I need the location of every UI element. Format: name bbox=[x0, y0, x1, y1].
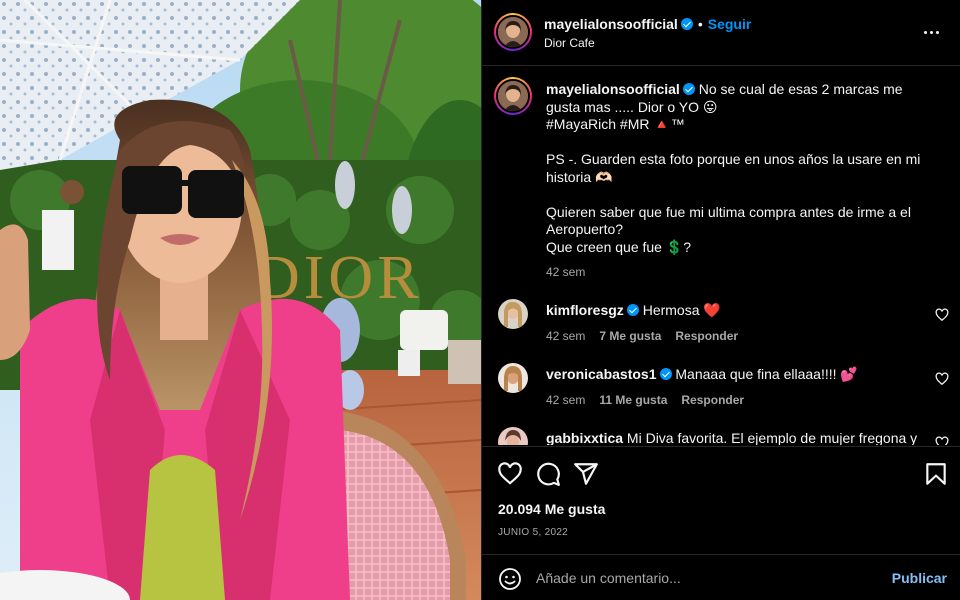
post-actions: 20.094 Me gusta JUNIO 5, 2022 bbox=[482, 446, 960, 554]
comment-time: 42 sem bbox=[546, 329, 586, 343]
comment-avatar[interactable] bbox=[498, 427, 528, 445]
comment-reply-button[interactable]: Responder bbox=[681, 393, 744, 407]
verified-badge-icon bbox=[659, 368, 672, 380]
comment-item: gabbixxtica Mi Diva favorita. El ejemplo… bbox=[546, 429, 926, 445]
author-username[interactable]: mayelialonsoofficial bbox=[544, 16, 678, 32]
comment-username[interactable]: veronicabastos1 bbox=[546, 366, 657, 382]
comment-item: kimfloresgz Hermosa ❤️ 42 sem 7 Me gusta R… bbox=[546, 301, 926, 345]
caption-time: 42 sem bbox=[546, 265, 586, 279]
comment-input[interactable] bbox=[536, 568, 876, 588]
post-header: mayelialonsoofficial • Seguir Dior Cafe bbox=[482, 0, 960, 66]
post-detail-panel: mayelialonsoofficial • Seguir Dior Cafe ma… bbox=[481, 0, 960, 600]
bookmark-icon[interactable] bbox=[923, 461, 949, 487]
share-icon[interactable] bbox=[573, 461, 599, 487]
verified-badge-icon bbox=[680, 18, 693, 30]
separator-dot: • bbox=[697, 16, 703, 32]
likes-count[interactable]: 20.094 Me gusta bbox=[498, 501, 605, 517]
author-avatar-image bbox=[498, 17, 528, 47]
comment-text: Hermosa ❤️ bbox=[642, 302, 721, 318]
comment-icon[interactable] bbox=[535, 461, 561, 487]
emoji-icon[interactable] bbox=[498, 567, 522, 591]
more-options-icon[interactable] bbox=[919, 20, 943, 44]
caption-text: No se cual de esas 2 marcas me gusta mas… bbox=[546, 81, 921, 255]
post-location[interactable]: Dior Cafe bbox=[544, 36, 595, 50]
comments-scroll-area[interactable]: mayelialonsoofficial No se cual de esas … bbox=[482, 67, 960, 445]
post-image: DIOR bbox=[0, 0, 481, 600]
publish-button[interactable]: Publicar bbox=[892, 570, 947, 586]
comment-likes-count[interactable]: 7 Me gusta bbox=[599, 329, 661, 343]
comment-avatar[interactable] bbox=[498, 363, 528, 393]
comment-text: Manaaa que fina ellaaa!!!! 💕 bbox=[675, 366, 858, 382]
post-photo: DIOR bbox=[0, 0, 481, 600]
comment-like-heart-icon[interactable] bbox=[935, 308, 949, 322]
caption-author-avatar[interactable] bbox=[494, 77, 532, 115]
author-avatar[interactable] bbox=[494, 13, 532, 51]
comment-like-heart-icon[interactable] bbox=[935, 436, 949, 445]
add-comment-bar: Publicar bbox=[482, 554, 960, 600]
caption-username[interactable]: mayelialonsoofficial bbox=[546, 81, 680, 97]
comment-item: veronicabastos1 Manaaa que fina ellaaa!!… bbox=[546, 365, 926, 409]
post-date: JUNIO 5, 2022 bbox=[498, 527, 569, 538]
comment-likes-count[interactable]: 11 Me gusta bbox=[599, 393, 667, 407]
caption-avatar-image bbox=[498, 81, 528, 111]
comment-username[interactable]: kimfloresgz bbox=[546, 302, 624, 318]
comment-like-heart-icon[interactable] bbox=[935, 372, 949, 386]
comment-time: 42 sem bbox=[546, 393, 586, 407]
post-caption: mayelialonsoofficial No se cual de esas … bbox=[546, 81, 926, 282]
comment-avatar-image bbox=[498, 299, 528, 329]
comment-text: Mi Diva favorita. El ejemplo de mujer fr… bbox=[626, 430, 918, 445]
comment-avatar[interactable] bbox=[498, 299, 528, 329]
comment-avatar-image bbox=[498, 363, 528, 393]
like-heart-icon[interactable] bbox=[497, 461, 523, 487]
verified-badge-icon bbox=[682, 83, 695, 95]
comment-avatar-image bbox=[498, 427, 528, 445]
comment-username[interactable]: gabbixxtica bbox=[546, 430, 623, 445]
verified-badge-icon bbox=[626, 304, 639, 316]
comment-reply-button[interactable]: Responder bbox=[675, 329, 738, 343]
follow-button[interactable]: Seguir bbox=[708, 16, 752, 32]
